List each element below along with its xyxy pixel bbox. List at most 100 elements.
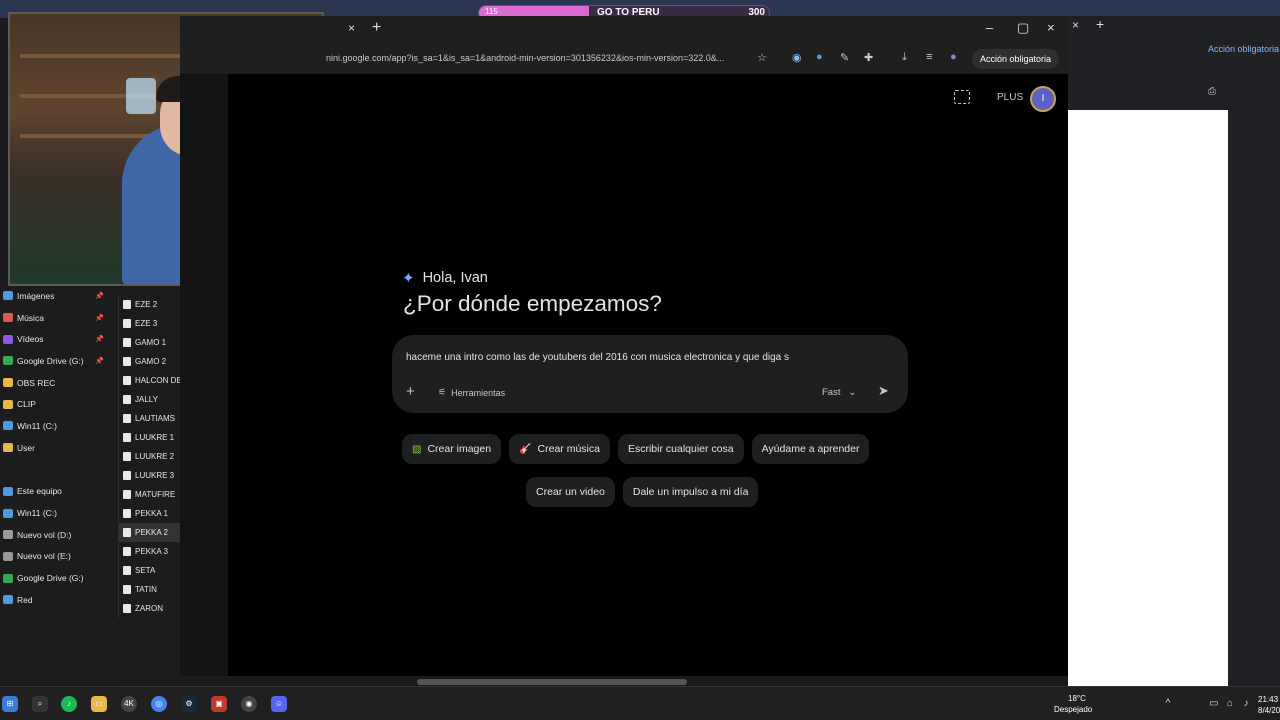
print-icon[interactable]: ⎙	[1208, 86, 1216, 97]
steam-icon[interactable]: ⚙	[181, 696, 197, 712]
file-item[interactable]: ZARON	[119, 599, 180, 618]
add-attachment-button[interactable]: +	[406, 383, 415, 400]
tools-label: Herramientas	[451, 387, 506, 398]
gemini-sidebar: ⚙	[180, 74, 228, 707]
file-item[interactable]: EZE 3	[119, 314, 180, 333]
obs-icon[interactable]: ◉	[241, 696, 257, 712]
search-icon[interactable]: ⌕	[32, 696, 48, 712]
minimize-icon[interactable]: –	[986, 20, 993, 35]
download-icon[interactable]: ⤓	[902, 51, 907, 64]
scrollbar-thumb[interactable]	[417, 679, 687, 685]
url-text[interactable]: nini.google.com/app?is_sa=1&is_sa=1&andr…	[326, 53, 724, 63]
file-icon	[123, 490, 131, 499]
file-item[interactable]: JALLY	[119, 390, 180, 409]
file-name: PEKKA 3	[135, 547, 168, 556]
suggestion-chip[interactable]: 🎸 Crear música	[509, 434, 610, 464]
extension-icon[interactable]: ◉	[792, 51, 802, 64]
nav-item[interactable]: Imágenes 📌	[0, 285, 110, 307]
network-icon[interactable]: ⌂	[1222, 696, 1238, 712]
suggestion-chip[interactable]: ▨ Crear imagen	[402, 434, 502, 464]
app-icon[interactable]: ▣	[211, 696, 227, 712]
file-name: SETA	[135, 566, 156, 575]
file-item[interactable]: TATIN	[119, 580, 180, 599]
media-icon[interactable]: ≡	[926, 51, 932, 63]
nav-item[interactable]: Google Drive (G:)	[0, 567, 110, 589]
nav-item[interactable]: Nuevo vol (E:)	[0, 546, 110, 568]
puzzle-icon[interactable]: ✚	[864, 51, 873, 64]
model-selector[interactable]: Fast ⌄	[822, 387, 856, 398]
pin-icon: 📌	[95, 357, 104, 365]
close-window-icon[interactable]: ×	[1047, 20, 1055, 35]
nav-item[interactable]: Música 📌	[0, 307, 110, 329]
volume-icon[interactable]: ♪	[1238, 696, 1254, 712]
star-icon[interactable]: ☆	[757, 51, 767, 64]
discord-icon[interactable]: ☺	[271, 696, 287, 712]
nav-item[interactable]: Vídeos 📌	[0, 328, 110, 350]
nav-item-label: Vídeos	[17, 334, 44, 345]
file-item[interactable]: PEKKA 3	[119, 542, 180, 561]
action-required-chip[interactable]: Acción obligatoria	[1208, 44, 1279, 54]
new-tab-button[interactable]: +	[372, 19, 381, 37]
file-item[interactable]: PEKKA 1	[119, 504, 180, 523]
document-page	[1068, 110, 1228, 702]
suggestion-chip[interactable]: Ayúdame a aprender	[751, 434, 870, 464]
file-item[interactable]: MATUFIRE	[119, 485, 180, 504]
file-item[interactable]: LAUTIAMS	[119, 409, 180, 428]
avatar[interactable]: I	[1030, 86, 1056, 112]
nav-item[interactable]: Win11 (C:)	[0, 502, 110, 524]
sliders-icon: ⚟	[438, 387, 447, 397]
chrome-icon[interactable]: ◎	[151, 696, 167, 712]
file-item[interactable]: LUUKRE 3	[119, 466, 180, 485]
send-button[interactable]: ➤	[878, 383, 889, 399]
tools-button[interactable]: ⚟ Herramientas	[438, 387, 505, 398]
weather-widget[interactable]: 18°C Despejado	[1054, 693, 1092, 715]
media-player-icon[interactable]: 4K	[121, 696, 137, 712]
close-tab-icon[interactable]: ×	[348, 21, 355, 35]
nav-item[interactable]: User	[0, 437, 110, 459]
file-item[interactable]: GAMO 2	[119, 352, 180, 371]
file-item[interactable]: LUUKRE 2	[119, 447, 180, 466]
close-icon[interactable]: ×	[1072, 18, 1079, 32]
file-item[interactable]: HALCON DE	[119, 371, 180, 390]
file-item[interactable]: SETA	[119, 561, 180, 580]
suggestion-chip[interactable]: Crear un video	[526, 477, 615, 507]
maximize-icon[interactable]: ▢	[1017, 20, 1029, 36]
extension-icon[interactable]: ●	[816, 51, 823, 63]
address-bar[interactable]: nini.google.com/app?is_sa=1&is_sa=1&andr…	[180, 44, 1068, 74]
spotify-icon[interactable]: ♪	[61, 696, 77, 712]
action-required-chip[interactable]: Acción obligatoria	[972, 49, 1060, 69]
pin-icon: 📌	[95, 292, 104, 300]
folder-icon	[3, 291, 13, 301]
start-icon[interactable]: ⊞	[2, 696, 18, 712]
file-item[interactable]: LUUKRE 1	[119, 428, 180, 447]
prompt-box[interactable]: haceme una intro como las de youtubers d…	[392, 335, 908, 413]
nav-item[interactable]: Google Drive (G:) 📌	[0, 350, 110, 372]
monitor-icon[interactable]: ▭	[1206, 696, 1222, 712]
nav-item[interactable]: Este equipo	[0, 481, 110, 503]
file-item[interactable]: GAMO 1	[119, 333, 180, 352]
nav-item[interactable]: OBS REC	[0, 372, 110, 394]
suggestion-chip[interactable]: Dale un impulso a mi día	[622, 477, 759, 507]
extension-icon[interactable]: ✎	[840, 51, 849, 64]
file-icon	[123, 338, 131, 347]
tray-chevron-icon[interactable]: ^	[1160, 696, 1176, 712]
horizontal-scrollbar[interactable]	[122, 678, 1068, 686]
nav-item[interactable]: Nuevo vol (D:)	[0, 524, 110, 546]
file-item[interactable]: EZE 2	[119, 295, 180, 314]
nav-item-label: Nuevo vol (E:)	[17, 551, 71, 562]
new-tab-icon[interactable]: +	[1096, 16, 1104, 32]
profile-icon[interactable]: ●	[950, 51, 957, 63]
file-list: EZE 2 EZE 3 GAMO 1 GAMO 2 HALCON DE JALLY LAUT…	[118, 295, 180, 618]
suggestion-label: Dale un impulso a mi día	[632, 486, 749, 498]
nav-item[interactable]: Red	[0, 589, 110, 611]
screen-share-icon[interactable]	[954, 90, 970, 104]
nav-item[interactable]: Win11 (C:)	[0, 415, 110, 437]
date: 8/4/202	[1258, 706, 1280, 715]
prompt-input[interactable]: haceme una intro como las de youtubers d…	[406, 352, 789, 363]
file-name: PEKKA 1	[135, 509, 168, 518]
folder-icon[interactable]: ▭	[91, 696, 107, 712]
file-item[interactable]: PEKKA 2	[119, 523, 180, 542]
suggestion-chip[interactable]: Escribir cualquier cosa	[617, 434, 744, 464]
nav-item[interactable]: CLIP	[0, 393, 110, 415]
clock[interactable]: 21:43 8/4/202	[1258, 694, 1280, 716]
